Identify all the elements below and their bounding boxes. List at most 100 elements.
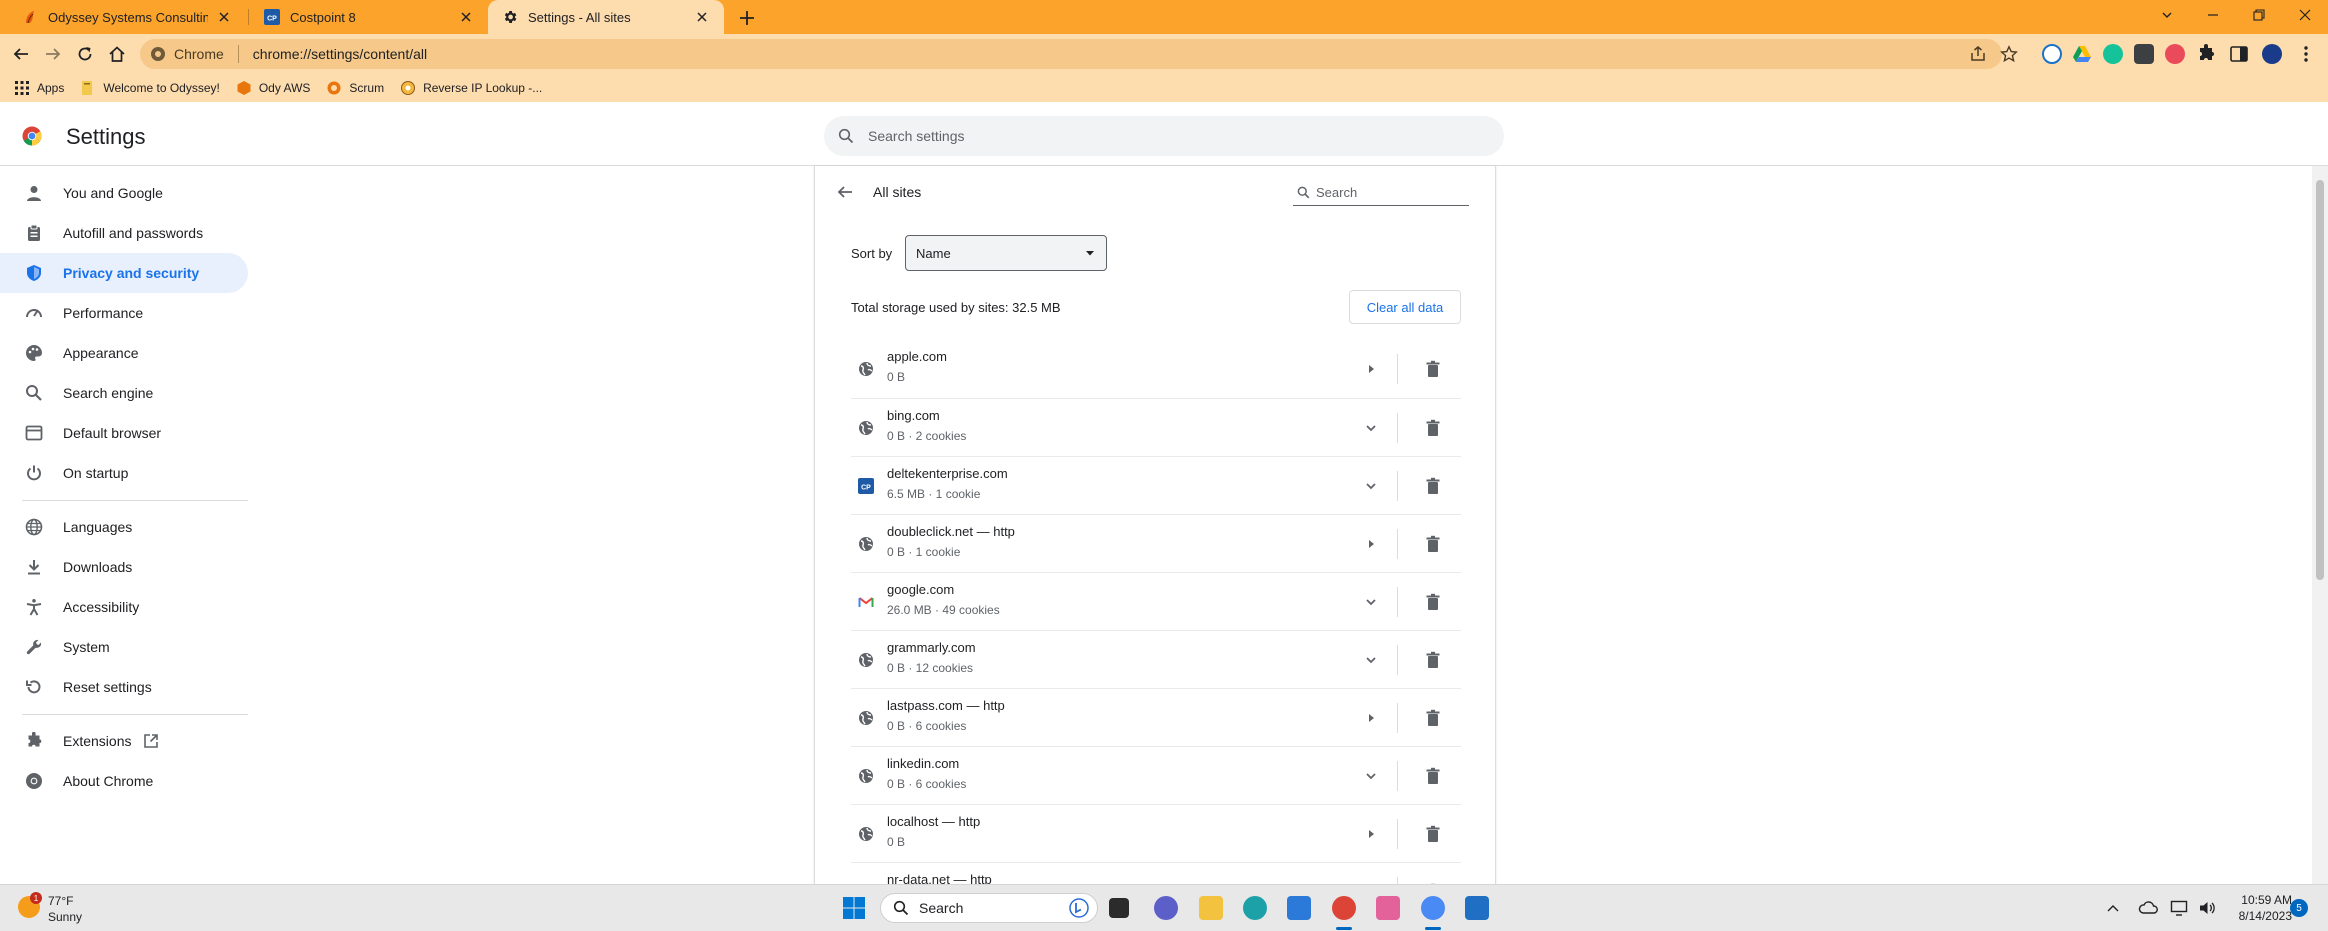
onedrive-icon[interactable]: [2138, 900, 2158, 914]
share-button[interactable]: [1966, 42, 1990, 66]
task-view-icon[interactable]: [1109, 898, 1129, 918]
extension-red-icon[interactable]: [2165, 44, 2185, 64]
bookmark-star-button[interactable]: [1997, 42, 2021, 66]
extension-grammarly-icon[interactable]: [2103, 44, 2123, 64]
delete-site-icon[interactable]: [1421, 416, 1445, 440]
edge-icon[interactable]: [1243, 896, 1267, 920]
side-panel-icon[interactable]: [2229, 44, 2249, 64]
tab-odyssey[interactable]: Odyssey Systems Consulting Gro: [8, 0, 246, 34]
forward-button[interactable]: [41, 42, 65, 66]
weather-temperature[interactable]: 77°F: [48, 894, 73, 908]
extensions-puzzle-icon[interactable]: [2196, 44, 2216, 64]
sidebar-item-search-engine[interactable]: Search engine: [0, 373, 248, 413]
remote-desktop-icon[interactable]: [1465, 896, 1489, 920]
notification-badge[interactable]: 5: [2290, 899, 2308, 917]
tab-costpoint[interactable]: CP Costpoint 8: [250, 0, 488, 34]
sidebar-item-autofill[interactable]: Autofill and passwords: [0, 213, 248, 253]
sidebar-item-you-and-google[interactable]: You and Google: [0, 173, 248, 213]
home-button[interactable]: [105, 42, 129, 66]
site-row[interactable]: lastpass.com — http 0 B · 6 cookies: [851, 688, 1461, 746]
close-tab-icon[interactable]: [216, 9, 232, 25]
delete-site-icon[interactable]: [1421, 590, 1445, 614]
weather-description[interactable]: Sunny: [48, 910, 82, 924]
extension-toolbar-icon[interactable]: [2134, 44, 2154, 64]
site-row[interactable]: bing.com 0 B · 2 cookies: [851, 398, 1461, 456]
delete-site-icon[interactable]: [1421, 532, 1445, 556]
tab-settings-all-sites[interactable]: Settings - All sites: [488, 0, 724, 34]
new-tab-button[interactable]: [736, 7, 758, 29]
profile-avatar[interactable]: [2262, 44, 2282, 64]
back-button[interactable]: [9, 42, 33, 66]
clear-all-data-button[interactable]: Clear all data: [1349, 290, 1461, 324]
delete-site-icon[interactable]: [1421, 474, 1445, 498]
bookmark-scrum[interactable]: Scrum: [326, 80, 384, 96]
extension-drive-icon[interactable]: [2072, 44, 2092, 64]
sidebar-item-accessibility[interactable]: Accessibility: [0, 587, 248, 627]
sidebar-item-privacy-and-security[interactable]: Privacy and security: [0, 253, 248, 293]
site-row[interactable]: localhost — http 0 B: [851, 804, 1461, 862]
clock-date[interactable]: 8/14/2023: [2222, 909, 2292, 923]
sidebar-item-system[interactable]: System: [0, 627, 248, 667]
close-window-button[interactable]: [2282, 0, 2328, 30]
app-pink-icon[interactable]: [1376, 896, 1400, 920]
sidebar-item-on-startup[interactable]: On startup: [0, 453, 248, 493]
store-icon[interactable]: [1287, 896, 1311, 920]
reload-button[interactable]: [73, 42, 97, 66]
chevron-down-icon[interactable]: [1359, 764, 1383, 788]
delete-site-icon[interactable]: [1421, 357, 1445, 381]
minimize-button[interactable]: [2190, 0, 2236, 30]
bookmark-ody-aws[interactable]: Ody AWS: [236, 80, 310, 96]
sidebar-item-about-chrome[interactable]: About Chrome: [0, 761, 248, 801]
close-tab-icon[interactable]: [694, 9, 710, 25]
site-row[interactable]: nr-data.net — http: [851, 862, 1461, 884]
chevron-down-icon[interactable]: [1359, 590, 1383, 614]
page-scrollbar[interactable]: [2312, 166, 2328, 884]
arrow-right-icon[interactable]: [1359, 706, 1383, 730]
delete-site-icon[interactable]: [1421, 706, 1445, 730]
chrome-taskbar-icon[interactable]: [1332, 896, 1356, 920]
tab-search-button[interactable]: [2144, 0, 2190, 30]
restore-button[interactable]: [2236, 0, 2282, 30]
arrow-right-icon[interactable]: [1359, 532, 1383, 556]
site-row[interactable]: doubleclick.net — http 0 B · 1 cookie: [851, 514, 1461, 572]
arrow-right-icon[interactable]: [1359, 822, 1383, 846]
delete-site-icon[interactable]: [1421, 648, 1445, 672]
scrollbar-thumb[interactable]: [2316, 180, 2324, 580]
delete-site-icon[interactable]: [1421, 822, 1445, 846]
extension-lastpass-icon[interactable]: [2042, 44, 2062, 64]
site-row[interactable]: google.com 26.0 MB · 49 cookies: [851, 572, 1461, 630]
chevron-down-icon[interactable]: [1359, 474, 1383, 498]
site-row[interactable]: CP deltekenterprise.com 6.5 MB · 1 cookie: [851, 456, 1461, 514]
teams-chat-icon[interactable]: [1154, 896, 1178, 920]
arrow-right-icon[interactable]: [1359, 357, 1383, 381]
sidebar-item-extensions[interactable]: Extensions: [0, 721, 248, 761]
bookmark-apps[interactable]: Apps: [14, 80, 64, 96]
site-search-input[interactable]: Search: [1293, 180, 1469, 206]
site-row[interactable]: linkedin.com 0 B · 6 cookies: [851, 746, 1461, 804]
chevron-down-icon[interactable]: [1359, 648, 1383, 672]
volume-icon[interactable]: [2198, 900, 2216, 916]
display-icon[interactable]: [2170, 900, 2188, 916]
sidebar-item-appearance[interactable]: Appearance: [0, 333, 248, 373]
close-tab-icon[interactable]: [458, 9, 474, 25]
sort-by-select[interactable]: Name: [905, 235, 1107, 271]
sidebar-item-languages[interactable]: Languages: [0, 507, 248, 547]
sidebar-item-reset-settings[interactable]: Reset settings: [0, 667, 248, 707]
address-bar[interactable]: Chrome chrome://settings/content/all: [140, 39, 2002, 69]
show-hidden-icons[interactable]: [2106, 902, 2120, 914]
back-to-settings-button[interactable]: [835, 182, 855, 202]
chevron-down-icon[interactable]: [1359, 416, 1383, 440]
url-text[interactable]: chrome://settings/content/all: [253, 46, 427, 62]
chrome-profile-icon[interactable]: [1421, 896, 1445, 920]
bookmark-reverse-ip-lookup[interactable]: Reverse IP Lookup -...: [400, 80, 542, 96]
taskbar-search-box[interactable]: Search: [880, 893, 1098, 923]
more-menu-icon[interactable]: [2296, 44, 2316, 64]
search-settings-input[interactable]: Search settings: [824, 116, 1504, 156]
file-explorer-icon[interactable]: [1199, 896, 1223, 920]
site-row[interactable]: apple.com 0 B: [851, 340, 1461, 398]
sidebar-item-downloads[interactable]: Downloads: [0, 547, 248, 587]
clock-time[interactable]: 10:59 AM: [2232, 893, 2292, 907]
bookmark-welcome-to-odyssey[interactable]: Welcome to Odyssey!: [80, 80, 220, 96]
windows-start-icon[interactable]: [842, 896, 866, 920]
sidebar-item-default-browser[interactable]: Default browser: [0, 413, 248, 453]
